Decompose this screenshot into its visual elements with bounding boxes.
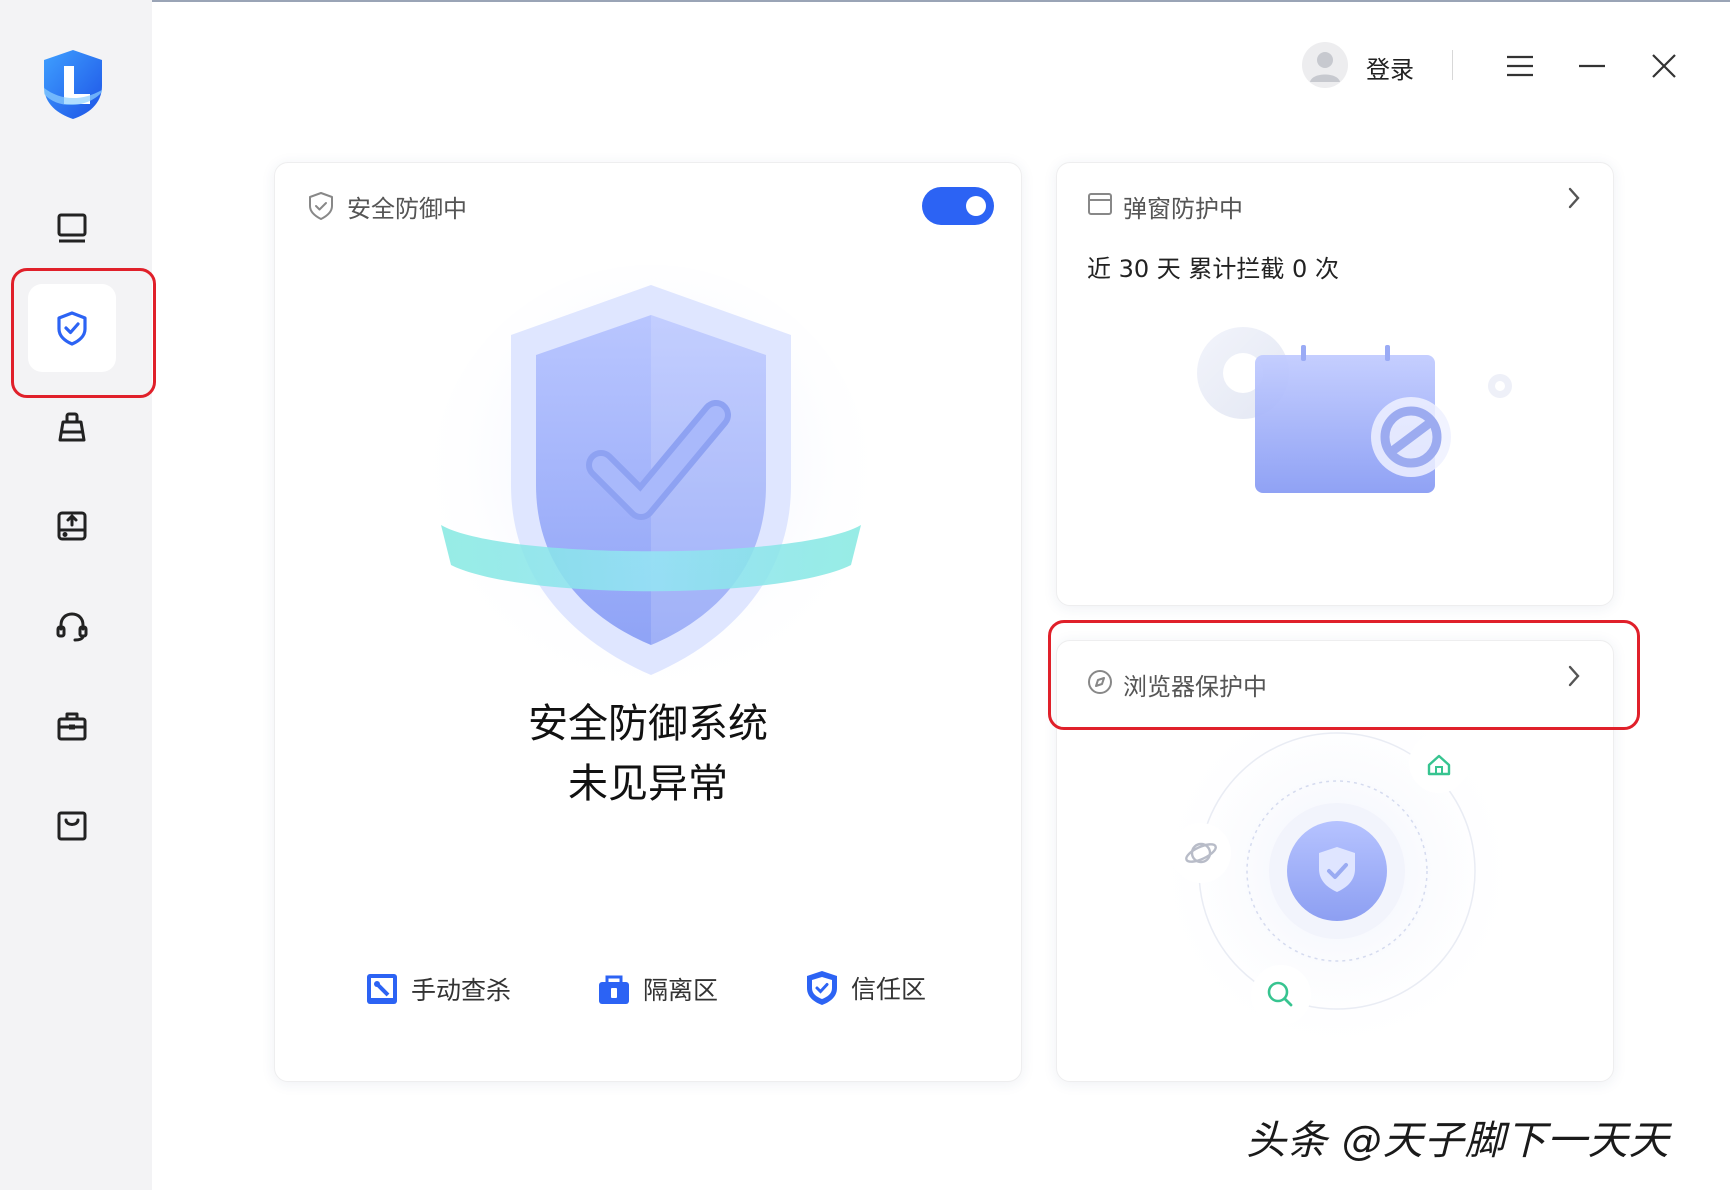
quarantine-label: 隔离区 xyxy=(643,976,719,1005)
close-icon xyxy=(1652,54,1676,78)
defense-toggle[interactable] xyxy=(922,187,994,225)
status-line-2: 未见异常 xyxy=(568,761,728,807)
chevron-right-icon xyxy=(1568,187,1580,209)
disk-upload-icon xyxy=(57,511,87,541)
browser-card-chevron[interactable] xyxy=(1559,661,1589,691)
toolbox-icon xyxy=(57,712,87,741)
shield-outline-icon xyxy=(309,192,333,220)
browser-illustration xyxy=(1147,721,1527,1061)
browser-protection-card[interactable]: 浏览器保护中 xyxy=(1056,640,1614,1082)
watermark-text: 头条 @天子脚下一天天 xyxy=(1246,1118,1670,1164)
minimize-icon xyxy=(1579,64,1605,68)
popup-illustration xyxy=(1197,327,1512,493)
avatar-icon xyxy=(1310,52,1340,82)
shield-check-icon xyxy=(57,311,87,346)
status-line-1: 安全防御系统 xyxy=(528,701,768,747)
user-avatar[interactable] xyxy=(1302,42,1348,88)
manual-scan-label: 手动查杀 xyxy=(411,976,512,1005)
nav-disk[interactable] xyxy=(28,482,116,570)
broom-icon xyxy=(58,412,86,442)
popup-block-stat: 近 30 天 累计拦截 0 次 xyxy=(1087,255,1339,283)
login-link[interactable]: 登录 xyxy=(1366,50,1414,85)
nav-store[interactable] xyxy=(28,782,116,870)
defense-card: 安全防御中 安全防御系统 未见异常 手动查杀 隔离区 信任区 xyxy=(274,162,1022,1082)
defense-card-title: 安全防御中 xyxy=(347,195,467,223)
headset-icon xyxy=(56,612,88,642)
manual-scan-button[interactable]: 手动查杀 xyxy=(365,971,511,1007)
close-button[interactable] xyxy=(1644,46,1684,86)
nav-toolbox[interactable] xyxy=(28,682,116,770)
nav-cleanup[interactable] xyxy=(28,384,116,472)
sidebar xyxy=(0,0,156,1190)
popup-protection-card[interactable]: 弹窗防护中 近 30 天 累计拦截 0 次 xyxy=(1056,162,1614,606)
trust-zone-icon xyxy=(807,971,837,1005)
chevron-right-icon xyxy=(1568,665,1580,687)
shopping-bag-icon xyxy=(57,811,87,841)
trust-zone-label: 信任区 xyxy=(851,975,927,1004)
nav-support[interactable] xyxy=(28,582,116,670)
menu-button[interactable] xyxy=(1500,46,1540,86)
nav-home[interactable] xyxy=(28,184,116,272)
quarantine-icon xyxy=(599,975,629,1004)
nav-security[interactable] xyxy=(28,284,116,372)
popup-card-chevron[interactable] xyxy=(1559,183,1589,213)
window-top-border xyxy=(152,0,1730,2)
monitor-icon xyxy=(57,213,87,243)
compass-icon xyxy=(1088,670,1112,694)
window-icon xyxy=(1088,193,1112,215)
trust-zone-button[interactable]: 信任区 xyxy=(805,969,926,1007)
manual-scan-icon xyxy=(367,974,397,1004)
popup-card-title: 弹窗防护中 xyxy=(1123,195,1243,223)
minimize-button[interactable] xyxy=(1572,46,1612,86)
browser-card-title: 浏览器保护中 xyxy=(1123,673,1267,701)
hamburger-icon xyxy=(1507,55,1533,77)
quarantine-button[interactable]: 隔离区 xyxy=(597,971,718,1007)
app-logo xyxy=(40,48,106,120)
topbar-divider xyxy=(1452,50,1453,80)
shield-illustration xyxy=(431,265,871,705)
